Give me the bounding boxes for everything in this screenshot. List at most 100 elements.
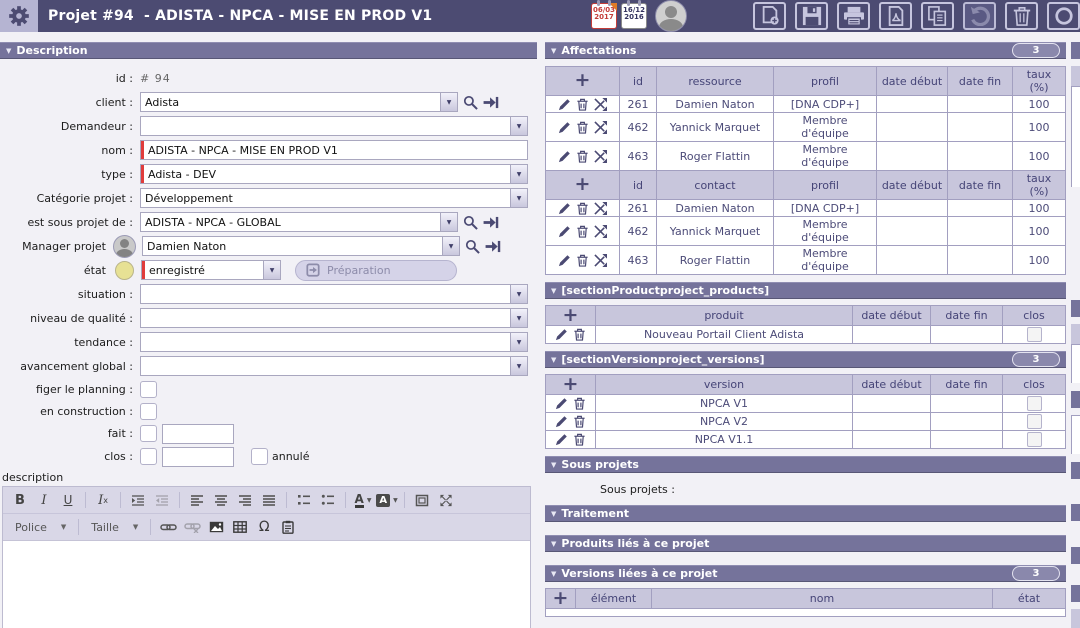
goto-record-icon[interactable] bbox=[483, 216, 499, 229]
goto-record-icon[interactable] bbox=[485, 240, 501, 253]
categorie-select[interactable]: Développement ▼ bbox=[140, 188, 528, 208]
align-center-button[interactable] bbox=[210, 490, 232, 510]
chevron-down-icon[interactable]: ▼ bbox=[440, 93, 457, 111]
move-icon[interactable] bbox=[594, 150, 607, 163]
delete-icon[interactable] bbox=[576, 225, 589, 238]
add-linked-version-button[interactable]: + bbox=[553, 591, 569, 605]
italic-button[interactable]: I bbox=[33, 490, 55, 510]
annule-checkbox[interactable] bbox=[251, 448, 268, 465]
chevron-down-icon[interactable]: ▼ bbox=[510, 357, 527, 375]
undo-button[interactable] bbox=[963, 2, 996, 30]
maximize-button[interactable] bbox=[435, 490, 457, 510]
tendance-select[interactable]: ▼ bbox=[140, 332, 528, 352]
description-section-header[interactable]: ▼ Description bbox=[0, 42, 537, 59]
affectations-section-header[interactable]: ▼ Affectations 3 bbox=[545, 42, 1066, 59]
sous-projet-de-select[interactable]: ADISTA - NPCA - GLOBAL ▼ bbox=[140, 212, 458, 232]
versions-liees-section-header[interactable]: ▼ Versions liées à ce projet 3 bbox=[545, 565, 1066, 582]
indent-decrease-button[interactable] bbox=[151, 490, 173, 510]
client-select[interactable]: Adista ▼ bbox=[140, 92, 458, 112]
products-section-header[interactable]: ▼ [sectionProductproject_products] bbox=[545, 282, 1066, 299]
chevron-down-icon[interactable]: ▼ bbox=[510, 189, 527, 207]
edit-icon[interactable] bbox=[555, 328, 568, 341]
pdf-export-button[interactable] bbox=[879, 2, 912, 30]
clos-checkbox[interactable] bbox=[1027, 396, 1042, 411]
chevron-down-icon[interactable]: ▼ bbox=[440, 213, 457, 231]
remove-format-button[interactable]: Ix bbox=[92, 490, 114, 510]
add-product-button[interactable]: + bbox=[563, 308, 579, 322]
edit-icon[interactable] bbox=[558, 225, 571, 238]
manager-select[interactable]: Damien Naton ▼ bbox=[142, 236, 460, 256]
edit-icon[interactable] bbox=[558, 150, 571, 163]
sous-projets-section-header[interactable]: ▼ Sous projets bbox=[545, 456, 1066, 473]
delete-button[interactable] bbox=[1005, 2, 1038, 30]
paste-from-word-button[interactable] bbox=[277, 517, 299, 537]
print-button[interactable] bbox=[837, 2, 870, 30]
edit-icon[interactable] bbox=[555, 397, 568, 410]
more-button-cutoff[interactable] bbox=[1047, 2, 1080, 30]
delete-icon[interactable] bbox=[573, 433, 586, 446]
user-avatar[interactable] bbox=[655, 0, 687, 32]
move-icon[interactable] bbox=[594, 254, 607, 267]
ordered-list-button[interactable] bbox=[293, 490, 315, 510]
delete-icon[interactable] bbox=[573, 415, 586, 428]
creation-calendar-icon[interactable]: 16/12 2016 bbox=[621, 3, 647, 29]
move-icon[interactable] bbox=[594, 225, 607, 238]
produits-lies-section-header[interactable]: ▼ Produits liés à ce projet bbox=[545, 535, 1066, 552]
versions-section-header[interactable]: ▼ [sectionVersionproject_versions] 3 bbox=[545, 351, 1066, 368]
etat-select[interactable]: enregistré ▼ bbox=[141, 260, 281, 280]
delete-icon[interactable] bbox=[576, 202, 589, 215]
edit-icon[interactable] bbox=[555, 415, 568, 428]
new-document-button[interactable] bbox=[753, 2, 786, 30]
add-version-button[interactable]: + bbox=[563, 377, 579, 391]
clos-date-input[interactable] bbox=[162, 447, 234, 467]
chevron-down-icon[interactable]: ▼ bbox=[510, 165, 527, 183]
save-button[interactable] bbox=[795, 2, 828, 30]
align-right-button[interactable] bbox=[234, 490, 256, 510]
nom-input[interactable]: ADISTA - NPCA - MISE EN PROD V1 bbox=[140, 140, 528, 160]
unlink-button[interactable] bbox=[181, 517, 203, 537]
clos-checkbox[interactable] bbox=[1027, 432, 1042, 447]
preparation-transition-button[interactable]: Préparation bbox=[295, 260, 457, 281]
add-contact-button[interactable]: + bbox=[575, 177, 591, 191]
edit-icon[interactable] bbox=[558, 254, 571, 267]
deadline-calendar-icon[interactable]: 06/03 2017 bbox=[591, 3, 617, 29]
en-construction-checkbox[interactable] bbox=[140, 403, 157, 420]
edit-icon[interactable] bbox=[555, 433, 568, 446]
situation-select[interactable]: ▼ bbox=[140, 284, 528, 304]
delete-icon[interactable] bbox=[573, 328, 586, 341]
edit-icon[interactable] bbox=[558, 202, 571, 215]
chevron-down-icon[interactable]: ▼ bbox=[510, 285, 527, 303]
unordered-list-button[interactable] bbox=[317, 490, 339, 510]
figer-planning-checkbox[interactable] bbox=[140, 381, 157, 398]
chevron-down-icon[interactable]: ▼ bbox=[442, 237, 459, 255]
move-icon[interactable] bbox=[594, 121, 607, 134]
text-color-button[interactable]: A ▼ bbox=[352, 490, 374, 510]
fait-date-input[interactable] bbox=[162, 424, 234, 444]
align-justify-button[interactable] bbox=[258, 490, 280, 510]
print-preview-button[interactable] bbox=[411, 490, 433, 510]
underline-button[interactable]: U bbox=[57, 490, 79, 510]
move-icon[interactable] bbox=[594, 98, 607, 111]
search-icon[interactable] bbox=[465, 239, 480, 254]
chevron-down-icon[interactable]: ▼ bbox=[510, 309, 527, 327]
clos-checkbox[interactable] bbox=[1027, 327, 1042, 342]
special-character-button[interactable]: Ω bbox=[253, 517, 275, 537]
chevron-down-icon[interactable]: ▼ bbox=[510, 333, 527, 351]
search-icon[interactable] bbox=[463, 215, 478, 230]
edit-icon[interactable] bbox=[558, 121, 571, 134]
clos-checkbox[interactable] bbox=[140, 448, 157, 465]
align-left-button[interactable] bbox=[186, 490, 208, 510]
demandeur-select[interactable]: ▼ bbox=[140, 116, 528, 136]
type-select[interactable]: Adista - DEV ▼ bbox=[140, 164, 528, 184]
chevron-down-icon[interactable]: ▼ bbox=[510, 117, 527, 135]
add-resource-button[interactable]: + bbox=[575, 73, 591, 87]
font-combo[interactable]: Police ▼ bbox=[9, 517, 72, 537]
delete-icon[interactable] bbox=[576, 98, 589, 111]
image-button[interactable] bbox=[205, 517, 227, 537]
fait-checkbox[interactable] bbox=[140, 425, 157, 442]
delete-icon[interactable] bbox=[576, 121, 589, 134]
indent-increase-button[interactable] bbox=[127, 490, 149, 510]
copy-button[interactable] bbox=[921, 2, 954, 30]
chevron-down-icon[interactable]: ▼ bbox=[263, 261, 280, 279]
font-size-combo[interactable]: Taille ▼ bbox=[85, 517, 144, 537]
